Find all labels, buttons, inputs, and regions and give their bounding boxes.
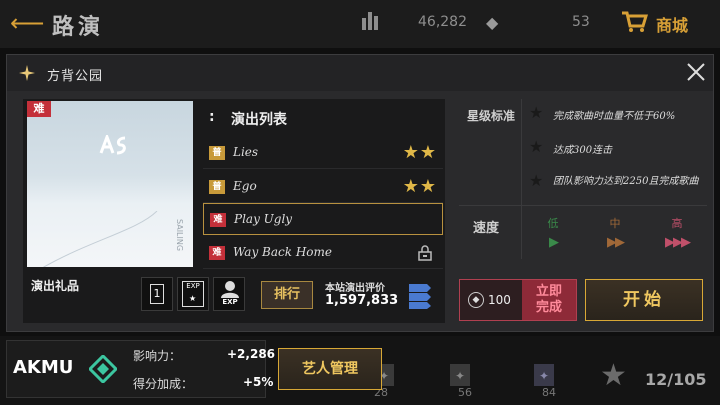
dialog-header bbox=[7, 55, 713, 91]
star-outline-icon: ★ bbox=[529, 137, 544, 156]
play-arrow-icon: ▶ bbox=[549, 235, 559, 250]
speed-option-low[interactable]: 低 ▶ bbox=[533, 215, 573, 250]
fast-forward-icon: ▶▶▶ bbox=[665, 235, 691, 250]
album-cover: SAILING 难 bbox=[27, 101, 193, 267]
criteria-text: 完成歌曲时血量不低于60% bbox=[553, 111, 676, 122]
snow-track bbox=[43, 211, 158, 267]
stage-dialog: 方背公园 SAILING 难 : 演出列表 普 Lies ★★ 普 Ego ★★ bbox=[6, 54, 714, 332]
song-row-way-back-home[interactable]: 难 Way Back Home bbox=[203, 237, 443, 269]
gift-slot[interactable]: 1 bbox=[141, 277, 173, 311]
start-button[interactable]: 开始 bbox=[585, 279, 703, 321]
setlist-colon: : bbox=[209, 109, 215, 125]
difficulty-badge: 难 bbox=[209, 246, 225, 260]
gem-icon: ◆ bbox=[486, 13, 499, 32]
difficulty-badge: 普 bbox=[209, 146, 225, 160]
song-name: Play Ugly bbox=[234, 212, 293, 226]
song-row-play-ugly[interactable]: 难 Play Ugly bbox=[203, 203, 443, 235]
bonus-value: +5% bbox=[243, 375, 274, 389]
star-icon: ★ bbox=[600, 358, 627, 393]
star-progress: 12/105 bbox=[645, 370, 707, 389]
diamond-emblem-icon bbox=[89, 355, 117, 383]
difficulty-badge: 难 bbox=[210, 213, 226, 227]
song-name: Way Back Home bbox=[233, 245, 332, 259]
artist-bar: AKMU 影响力： +2,286 得分加成： +5% bbox=[6, 340, 275, 398]
person-icon bbox=[221, 281, 239, 298]
speed-label: 速度 bbox=[473, 221, 500, 236]
criteria-text: 达成300连击 bbox=[553, 145, 613, 156]
album-caption: SAILING bbox=[175, 219, 184, 252]
coin-count: 46,282 bbox=[418, 14, 467, 30]
quick-complete-button[interactable]: ◆ 100 立即 完成 bbox=[459, 279, 577, 321]
song-stars: ★★ bbox=[402, 176, 437, 197]
shop-link[interactable]: 商城 bbox=[656, 12, 688, 36]
lock-icon bbox=[418, 245, 432, 261]
star-outline-icon: ★ bbox=[529, 171, 544, 190]
star-icon: ★ bbox=[189, 294, 197, 303]
speed-name: 高 bbox=[671, 217, 683, 230]
coin-icon bbox=[362, 12, 380, 30]
quick-complete-label-line2: 完成 bbox=[535, 300, 562, 315]
speed-name: 低 bbox=[547, 217, 559, 230]
song-row-lies[interactable]: 普 Lies ★★ bbox=[203, 137, 443, 169]
divider bbox=[459, 205, 707, 206]
artist-name: AKMU bbox=[13, 357, 74, 378]
speed-option-medium[interactable]: 中 ▶▶ bbox=[595, 215, 635, 250]
speed-option-high[interactable]: 高 ▶▶▶ bbox=[657, 215, 697, 250]
setlist-title: 演出列表 bbox=[231, 112, 287, 128]
song-stars: ★★ bbox=[402, 142, 437, 163]
svg-text:✦: ✦ bbox=[539, 369, 549, 383]
influence-value: +2,286 bbox=[227, 347, 276, 361]
spark-icon bbox=[19, 65, 35, 81]
close-icon[interactable] bbox=[685, 61, 707, 83]
quick-cost: 100 bbox=[488, 293, 511, 307]
album-logo bbox=[99, 135, 126, 155]
medal-count: 84 bbox=[542, 386, 556, 399]
criteria-text: 团队影响力达到2250且完成歌曲 bbox=[553, 176, 699, 187]
quick-complete-label-line1: 立即 bbox=[535, 284, 562, 299]
page-title: 路演 bbox=[52, 15, 105, 40]
song-name: Ego bbox=[233, 179, 257, 193]
top-bar bbox=[0, 0, 720, 48]
difficulty-badge: 普 bbox=[209, 180, 225, 194]
bonus-label: 得分加成： bbox=[133, 377, 194, 391]
artist-manage-button[interactable]: 艺人管理 bbox=[278, 348, 382, 390]
dialog-title: 方背公园 bbox=[47, 69, 104, 84]
influence-label: 影响力： bbox=[133, 349, 182, 363]
medal-count: 56 bbox=[458, 386, 472, 399]
difficulty-badge: 难 bbox=[27, 101, 51, 117]
back-arrow-icon[interactable]: ⟵ bbox=[10, 10, 44, 36]
list-icon[interactable] bbox=[407, 281, 433, 309]
song-panel: SAILING 难 : 演出列表 普 Lies ★★ 普 Ego ★★ 难 Pl… bbox=[23, 99, 445, 323]
divider bbox=[521, 99, 522, 259]
gem-icon: ◆ bbox=[468, 292, 484, 308]
rating-label: 本站演出评价 bbox=[325, 283, 385, 294]
song-name: Lies bbox=[233, 145, 259, 159]
rating-value: 1,597,833 bbox=[325, 293, 399, 308]
fast-forward-icon: ▶▶ bbox=[607, 235, 625, 250]
gift-item-label: EXP bbox=[222, 298, 238, 306]
gift-item-label: 1 bbox=[150, 284, 164, 304]
quick-complete-label: 立即 完成 bbox=[522, 280, 576, 320]
star-standard-label: 星级标准 bbox=[467, 109, 516, 123]
star-outline-icon: ★ bbox=[529, 103, 544, 122]
rank-button[interactable]: 排行 bbox=[261, 281, 313, 309]
gift-slot[interactable]: EXP bbox=[213, 277, 245, 311]
gift-slot[interactable]: EXP ★ bbox=[177, 277, 209, 311]
gem-count: 53 bbox=[572, 14, 590, 30]
cart-icon[interactable] bbox=[620, 10, 648, 34]
song-row-ego[interactable]: 普 Ego ★★ bbox=[203, 171, 443, 203]
gift-label: 演出礼品 bbox=[31, 279, 80, 293]
svg-text:✦: ✦ bbox=[455, 369, 465, 383]
speed-name: 中 bbox=[609, 217, 621, 230]
